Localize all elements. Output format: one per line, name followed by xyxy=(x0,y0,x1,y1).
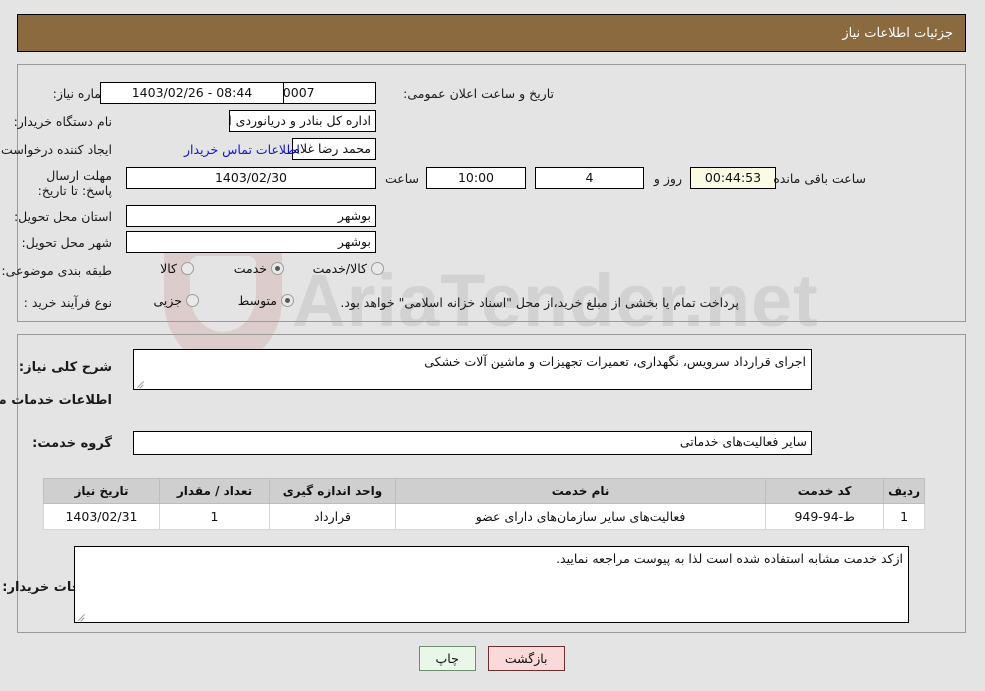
process-option-jozi[interactable]: جزیی xyxy=(154,293,200,308)
requester-label: ایجاد کننده درخواست: xyxy=(0,142,113,157)
delivery-province-value: بوشهر xyxy=(127,205,377,227)
requester-value: محمد رضا غلامپور کارشناس امور مالی اداره… xyxy=(293,138,377,160)
table-row: 1 ط-94-949 فعالیت‌های سایر سازمان‌های دا… xyxy=(44,503,926,530)
radio-jozi-icon[interactable] xyxy=(187,294,200,307)
deadline-hour-value: 10:00 xyxy=(427,167,527,189)
services-table: ردیف کد خدمت نام خدمت واحد اندازه گیری ت… xyxy=(44,478,926,530)
services-heading: اطلاعات خدمات مورد نیاز xyxy=(0,393,113,408)
radio-khedmat-icon[interactable] xyxy=(272,262,285,275)
th-date: تاریخ نیاز xyxy=(44,478,161,504)
resize-grip-icon[interactable] xyxy=(78,611,88,621)
action-button-row: بازگشت چاپ xyxy=(0,646,985,671)
radio-kala-icon[interactable] xyxy=(182,262,195,275)
cell-row: 1 xyxy=(884,503,926,530)
process-type-label: نوع فرآیند خرید : xyxy=(24,295,113,310)
th-code: کد خدمت xyxy=(766,478,886,504)
cell-code: ط-94-949 xyxy=(766,503,886,530)
category-option-khedmat-label: خدمت xyxy=(234,261,268,276)
th-quantity: تعداد / مقدار xyxy=(160,478,271,504)
back-button[interactable]: بازگشت xyxy=(488,646,566,671)
th-row: ردیف xyxy=(884,478,926,504)
deadline-label: مهلت ارسال پاسخ: تا تاریخ: xyxy=(38,168,113,198)
th-unit: واحد اندازه گیری xyxy=(270,478,397,504)
print-button[interactable]: چاپ xyxy=(419,646,477,671)
cell-date: 1403/02/31 xyxy=(44,503,161,530)
buyer-notes-value: ازکد خدمت مشابه استفاده شده است لذا به پ… xyxy=(557,551,904,566)
buyer-org-value: اداره کل بنادر و دریانوردی استان بوشهر xyxy=(230,110,377,132)
buyer-contact-link[interactable]: اطلاعات تماس خریدار xyxy=(185,142,301,157)
process-option-motavaset[interactable]: متوسط xyxy=(239,293,295,308)
delivery-city-label: شهر محل تحویل: xyxy=(22,235,113,250)
th-name: نام خدمت xyxy=(395,478,768,504)
resize-grip-icon[interactable] xyxy=(137,378,147,388)
buyer-org-label: نام دستگاه خریدار: xyxy=(14,114,113,129)
delivery-province-label: استان محل تحویل: xyxy=(14,209,113,224)
buyer-notes-textarea[interactable]: ازکد خدمت مشابه استفاده شده است لذا به پ… xyxy=(75,546,910,623)
deadline-date-value: 1403/02/30 xyxy=(127,167,377,189)
cell-name: فعالیت‌های سایر سازمان‌های دارای عضو xyxy=(395,503,768,530)
delivery-city-value: بوشهر xyxy=(127,231,377,253)
page-title-bar: جزئیات اطلاعات نیاز xyxy=(18,14,967,52)
service-group-value: سایر فعالیت‌های خدماتی xyxy=(134,431,813,455)
category-option-khedmat[interactable]: خدمت xyxy=(235,261,285,276)
process-option-jozi-label: جزیی xyxy=(154,293,183,308)
process-note: پرداخت تمام یا بخشی از مبلغ خرید،از محل … xyxy=(341,295,740,310)
cell-quantity: 1 xyxy=(160,503,271,530)
category-option-kala-khedmat[interactable]: کالا/خدمت xyxy=(314,261,385,276)
remaining-time-label: ساعت باقی مانده xyxy=(774,171,867,186)
category-label: طبقه بندی موضوعی: xyxy=(2,263,113,278)
radio-motavaset-icon[interactable] xyxy=(282,294,295,307)
cell-unit: قرارداد xyxy=(270,503,397,530)
process-option-motavaset-label: متوسط xyxy=(238,293,278,308)
category-option-kala[interactable]: کالا xyxy=(161,261,195,276)
service-group-label: گروه خدمت: xyxy=(33,436,113,451)
remaining-days-value: 4 xyxy=(536,167,645,189)
category-option-kala-label: کالا xyxy=(161,261,178,276)
remaining-time-value: 00:44:53 xyxy=(691,167,777,189)
deadline-hour-label: ساعت xyxy=(385,171,420,186)
summary-textarea[interactable]: اجرای قرارداد سرویس، نگهداری، تعمیرات تج… xyxy=(134,349,813,390)
category-option-kala-khedmat-label: کالا/خدمت xyxy=(313,261,368,276)
summary-label: شرح کلی نیاز: xyxy=(19,360,113,375)
summary-value: اجرای قرارداد سرویس، نگهداری، تعمیرات تج… xyxy=(425,354,807,369)
radio-kala-khedmat-icon[interactable] xyxy=(372,262,385,275)
page-title: جزئیات اطلاعات نیاز xyxy=(843,25,954,41)
announce-datetime-value: 08:44 - 1403/02/26 xyxy=(101,82,285,104)
table-header-row: ردیف کد خدمت نام خدمت واحد اندازه گیری ت… xyxy=(44,478,926,504)
announce-datetime-label: تاریخ و ساعت اعلان عمومی: xyxy=(404,86,555,101)
remaining-days-label: روز و xyxy=(654,171,683,186)
